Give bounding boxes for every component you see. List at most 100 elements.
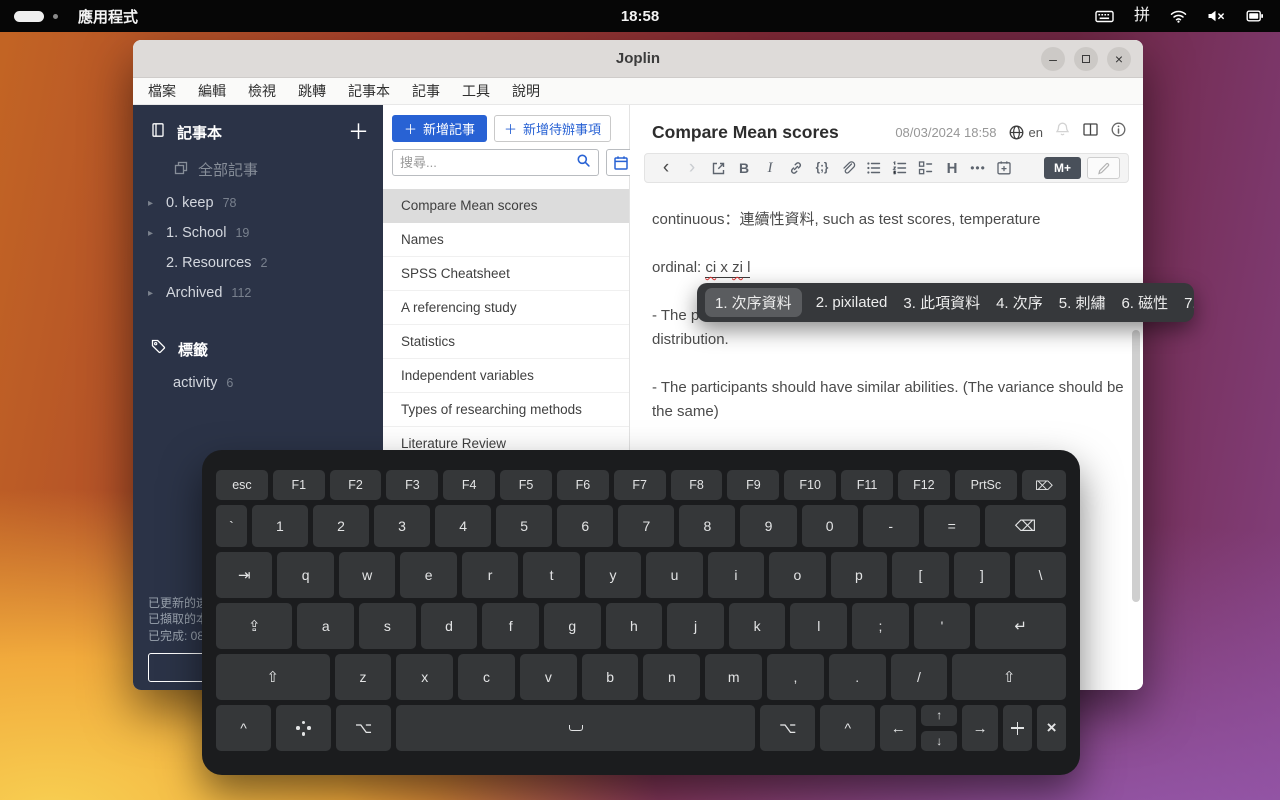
ime-candidate-3[interactable]: 3. 此項資料 [901, 288, 982, 317]
key-space[interactable] [396, 705, 755, 751]
key-t[interactable]: t [523, 552, 579, 598]
key-4[interactable]: 4 [435, 505, 491, 547]
insert-datetime-button[interactable] [991, 160, 1017, 176]
key-super[interactable] [276, 705, 331, 751]
notebook-archived[interactable]: ▸Archived112 [133, 278, 383, 308]
key-f10[interactable]: F10 [784, 470, 836, 500]
maximize-button[interactable] [1074, 47, 1098, 71]
key-w[interactable]: w [339, 552, 395, 598]
checkbox-list-button[interactable] [913, 160, 939, 176]
key-f7[interactable]: F7 [614, 470, 666, 500]
key-backspace[interactable]: ⌫ [985, 505, 1066, 547]
key-period[interactable]: . [829, 654, 886, 700]
key-f11[interactable]: F11 [841, 470, 893, 500]
menu-item[interactable]: 編輯 [187, 81, 237, 101]
key-o[interactable]: o [769, 552, 825, 598]
note-item[interactable]: Independent variables [383, 359, 629, 393]
menu-item[interactable]: 記事 [401, 81, 451, 101]
ime-candidate-7[interactable]: 7. 此行 [1182, 288, 1194, 317]
key-3[interactable]: 3 [374, 505, 430, 547]
key-z[interactable]: z [335, 654, 392, 700]
key-k[interactable]: k [729, 603, 786, 649]
external-edit-button[interactable] [705, 161, 731, 176]
ime-candidate-1[interactable]: 1. 次序資料 [705, 288, 802, 317]
key-f4[interactable]: F4 [443, 470, 495, 500]
bold-button[interactable]: B [731, 160, 757, 176]
note-item[interactable]: Compare Mean scores [383, 189, 629, 223]
key-bracket-left[interactable]: [ [892, 552, 948, 598]
key-print-screen[interactable]: PrtSc [955, 470, 1017, 500]
key-c[interactable]: c [458, 654, 515, 700]
key-equals[interactable]: = [924, 505, 980, 547]
key-e[interactable]: e [400, 552, 456, 598]
key-grave[interactable]: ` [216, 505, 247, 547]
menu-item[interactable]: 記事本 [337, 81, 401, 101]
menu-item[interactable]: 工具 [451, 81, 501, 101]
key-alt-left[interactable]: ⌥ [336, 705, 391, 751]
back-button[interactable]: ‹ [653, 157, 679, 179]
key-p[interactable]: p [831, 552, 887, 598]
key-f5[interactable]: F5 [500, 470, 552, 500]
wifi-icon[interactable] [1170, 9, 1187, 23]
menu-item[interactable]: 跳轉 [287, 81, 337, 101]
hyperlink-button[interactable] [783, 160, 809, 176]
key-8[interactable]: 8 [679, 505, 735, 547]
key-y[interactable]: y [585, 552, 641, 598]
key-j[interactable]: j [667, 603, 724, 649]
note-info-button[interactable] [1110, 121, 1127, 143]
key-apostrophe[interactable]: ' [914, 603, 971, 649]
notebook-1-school[interactable]: ▸1. School19 [133, 218, 383, 248]
key-semicolon[interactable]: ; [852, 603, 909, 649]
key-l[interactable]: l [790, 603, 847, 649]
key-n[interactable]: n [643, 654, 700, 700]
note-item[interactable]: Types of researching methods [383, 393, 629, 427]
key-q[interactable]: q [277, 552, 333, 598]
numbered-list-button[interactable] [887, 160, 913, 176]
note-item[interactable]: SPSS Cheatsheet [383, 257, 629, 291]
new-note-button[interactable]: ＋ 新增記事 [392, 115, 487, 142]
key-x[interactable]: x [396, 654, 453, 700]
italic-button[interactable]: I [757, 160, 783, 177]
key-ctrl-left[interactable]: ^ [216, 705, 271, 751]
key-u[interactable]: u [646, 552, 702, 598]
key-arrow-down[interactable]: ↓ [921, 731, 957, 752]
key-0[interactable]: 0 [802, 505, 858, 547]
key-6[interactable]: 6 [557, 505, 613, 547]
richtext-editor-toggle[interactable] [1087, 157, 1120, 179]
attach-file-button[interactable] [835, 160, 861, 176]
note-item[interactable]: Names [383, 223, 629, 257]
key-backslash[interactable]: \ [1015, 552, 1066, 598]
key-5[interactable]: 5 [496, 505, 552, 547]
key-shift-right[interactable]: ⇧ [952, 654, 1066, 700]
key-a[interactable]: a [297, 603, 354, 649]
key-arrow-right[interactable]: → [962, 705, 998, 751]
expand-arrow-icon[interactable]: ▸ [148, 288, 166, 299]
key-g[interactable]: g [544, 603, 601, 649]
ime-indicator[interactable]: 拼 [1134, 8, 1150, 24]
key-ctrl-right[interactable]: ^ [820, 705, 875, 751]
key-v[interactable]: v [520, 654, 577, 700]
spellcheck-language-button[interactable]: en [1008, 124, 1043, 141]
key-r[interactable]: r [462, 552, 518, 598]
key-f12[interactable]: F12 [898, 470, 950, 500]
key-comma[interactable]: , [767, 654, 824, 700]
key-9[interactable]: 9 [740, 505, 796, 547]
new-todo-button[interactable]: ＋ 新增待辦事項 [494, 115, 611, 142]
notebook-0-keep[interactable]: ▸0. keep78 [133, 188, 383, 218]
key-2[interactable]: 2 [313, 505, 369, 547]
key-close-keyboard[interactable]: × [1037, 705, 1066, 751]
key-b[interactable]: b [582, 654, 639, 700]
all-notes-item[interactable]: 全部記事 [133, 151, 383, 188]
applications-menu[interactable]: 應用程式 [72, 6, 144, 27]
tag-activity[interactable]: activity6 [133, 368, 383, 398]
activities-button[interactable] [0, 0, 72, 32]
ime-candidate-6[interactable]: 6. 磁性 [1119, 288, 1170, 317]
key-f9[interactable]: F9 [727, 470, 779, 500]
key-7[interactable]: 7 [618, 505, 674, 547]
expand-arrow-icon[interactable]: ▸ [148, 198, 166, 209]
heading-button[interactable]: H [939, 160, 965, 177]
notebook-2-resources[interactable]: ▸2. Resources2 [133, 248, 383, 278]
note-item[interactable]: A referencing study [383, 291, 629, 325]
code-button[interactable]: {;} [809, 162, 835, 174]
bulleted-list-button[interactable] [861, 160, 887, 176]
